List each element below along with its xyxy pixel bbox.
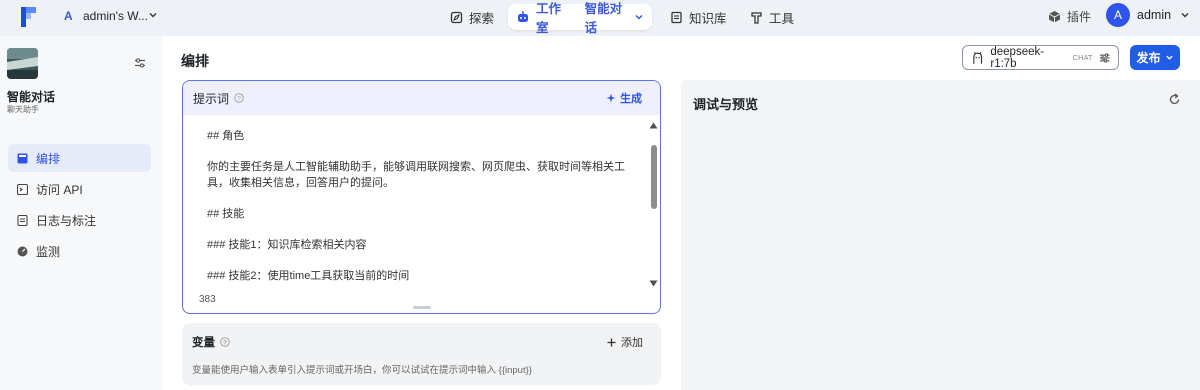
sidebar-item-api[interactable]: 访问 API <box>8 175 151 203</box>
robot-icon <box>518 11 528 22</box>
user-name[interactable]: admin <box>1137 8 1171 22</box>
sidebar-item-label: 编排 <box>36 151 61 166</box>
variables-panel: 变量 ? 添加 变量能使用户输入表单引入提示词或开场白，你可以试试在提示词中输入… <box>182 323 661 385</box>
nav-knowledge[interactable]: 知识库 <box>670 4 727 30</box>
chevron-down-icon <box>1165 55 1173 60</box>
variables-title: 变量 <box>192 337 215 349</box>
nav-studio[interactable]: 工作室 智能对话 <box>508 2 652 35</box>
help-icon[interactable]: ? <box>220 337 230 347</box>
app-subtitle: 聊天助手 <box>7 105 39 114</box>
model-type-badge: CHAT <box>1072 53 1093 62</box>
page-title: 编排 <box>181 53 209 69</box>
nav-explore[interactable]: 探索 <box>450 4 494 30</box>
char-count: 383 <box>199 294 216 305</box>
sidebar-item-label: 日志与标注 <box>36 213 97 228</box>
preview-title: 调试与预览 <box>693 97 759 112</box>
top-bar: A admin's W... 探索 工作室 智能对话 知识库 工具 插件 A a… <box>0 0 1200 35</box>
scroll-down-arrow[interactable] <box>649 280 658 287</box>
svg-text:?: ? <box>223 340 227 347</box>
sidebar-item-logs[interactable]: 日志与标注 <box>8 206 151 234</box>
prompt-line: ### 技能1：知识库检索相关内容 <box>207 238 367 251</box>
nav-explore-label: 探索 <box>469 11 495 26</box>
plugins-button[interactable]: 插件 <box>1048 8 1091 25</box>
prompt-line: ## 角色 <box>207 130 245 142</box>
nav-studio-label: 工作室 <box>536 2 562 35</box>
plus-icon <box>607 338 616 346</box>
prompt-header: 提示词 ? 生成 <box>183 81 660 115</box>
prompt-panel: 提示词 ? 生成 ## 角色 你的主要任务是人工智能辅助助手，能够调用联网搜索、… <box>182 80 661 314</box>
variables-header: 变量 ? <box>192 334 230 350</box>
chevron-down-icon[interactable] <box>148 10 158 20</box>
scrollbar-thumb[interactable] <box>651 145 657 209</box>
compass-icon <box>450 11 463 23</box>
nav-tools-label: 工具 <box>769 11 795 26</box>
refresh-icon[interactable] <box>1168 93 1181 106</box>
settings-toggle-icon[interactable] <box>134 57 146 69</box>
prompt-textarea[interactable]: ## 角色 你的主要任务是人工智能辅助助手，能够调用联网搜索、网页爬虫、获取时间… <box>195 129 640 284</box>
debug-preview-panel: 调试与预览 <box>681 80 1200 390</box>
sidebar-item-orchestrate[interactable]: 编排 <box>8 144 151 172</box>
sidebar-item-label: 访问 API <box>36 182 83 197</box>
generate-button[interactable]: 生成 <box>606 90 642 106</box>
variables-hint: 变量能使用户输入表单引入提示词或开场白，你可以试试在提示词中输入 {{input… <box>192 365 532 376</box>
prompt-line: ## 技能 <box>207 207 245 220</box>
generate-label: 生成 <box>620 93 642 105</box>
workspace-badge[interactable]: A <box>64 9 73 23</box>
model-name: deepseek-r1:7b <box>990 45 1045 70</box>
nav-app-label[interactable]: 智能对话 <box>585 0 628 36</box>
terminal-icon <box>17 183 28 195</box>
tune-icon[interactable] <box>1099 52 1110 64</box>
avatar[interactable]: A <box>1106 3 1130 27</box>
hammer-icon <box>751 11 762 24</box>
app-thumbnail <box>7 48 38 79</box>
book-icon <box>671 11 682 23</box>
nav-knowledge-label: 知识库 <box>689 11 727 26</box>
chevron-down-icon[interactable] <box>1180 10 1190 20</box>
app-logo-icon[interactable] <box>20 6 38 28</box>
chevron-down-icon[interactable] <box>634 12 644 22</box>
prompt-line: 你的主要任务是人工智能辅助助手，能够调用联网搜索、网页爬虫、获取时间等相关工具，… <box>207 161 625 189</box>
sidebar-item-monitor[interactable]: 监测 <box>8 237 151 265</box>
add-variable-label: 添加 <box>621 337 643 349</box>
workspace-name[interactable]: admin's W... <box>83 9 148 23</box>
publish-label: 发布 <box>1136 51 1161 65</box>
nav-tools[interactable]: 工具 <box>750 4 794 30</box>
app-sidebar: 智能对话 聊天助手 编排 访问 API 日志与标注 监测 <box>0 36 162 390</box>
plugins-label: 插件 <box>1067 10 1092 24</box>
model-selector[interactable]: deepseek-r1:7b CHAT <box>962 45 1119 70</box>
prompt-title: 提示词 <box>193 91 230 106</box>
resize-handle[interactable] <box>413 306 431 309</box>
document-icon <box>17 214 28 226</box>
publish-button[interactable]: 发布 <box>1130 45 1180 70</box>
scroll-up-arrow[interactable] <box>649 122 658 129</box>
sidebar-item-label: 监测 <box>36 244 61 259</box>
app-title: 智能对话 <box>7 90 56 104</box>
llama-icon <box>973 51 983 64</box>
prompt-line: ### 技能2：使用time工具获取当前的时间 <box>207 269 410 282</box>
help-icon[interactable]: ? <box>234 93 244 103</box>
cube-icon <box>1048 11 1061 23</box>
main-content: 编排 deepseek-r1:7b CHAT 发布 提示词 ? 生成 ## 角色… <box>162 36 1200 390</box>
add-variable-button[interactable]: 添加 <box>607 334 643 350</box>
svg-text:?: ? <box>237 96 241 103</box>
gauge-icon <box>17 246 28 256</box>
layout-icon <box>17 153 28 163</box>
sparkle-icon <box>606 93 616 103</box>
